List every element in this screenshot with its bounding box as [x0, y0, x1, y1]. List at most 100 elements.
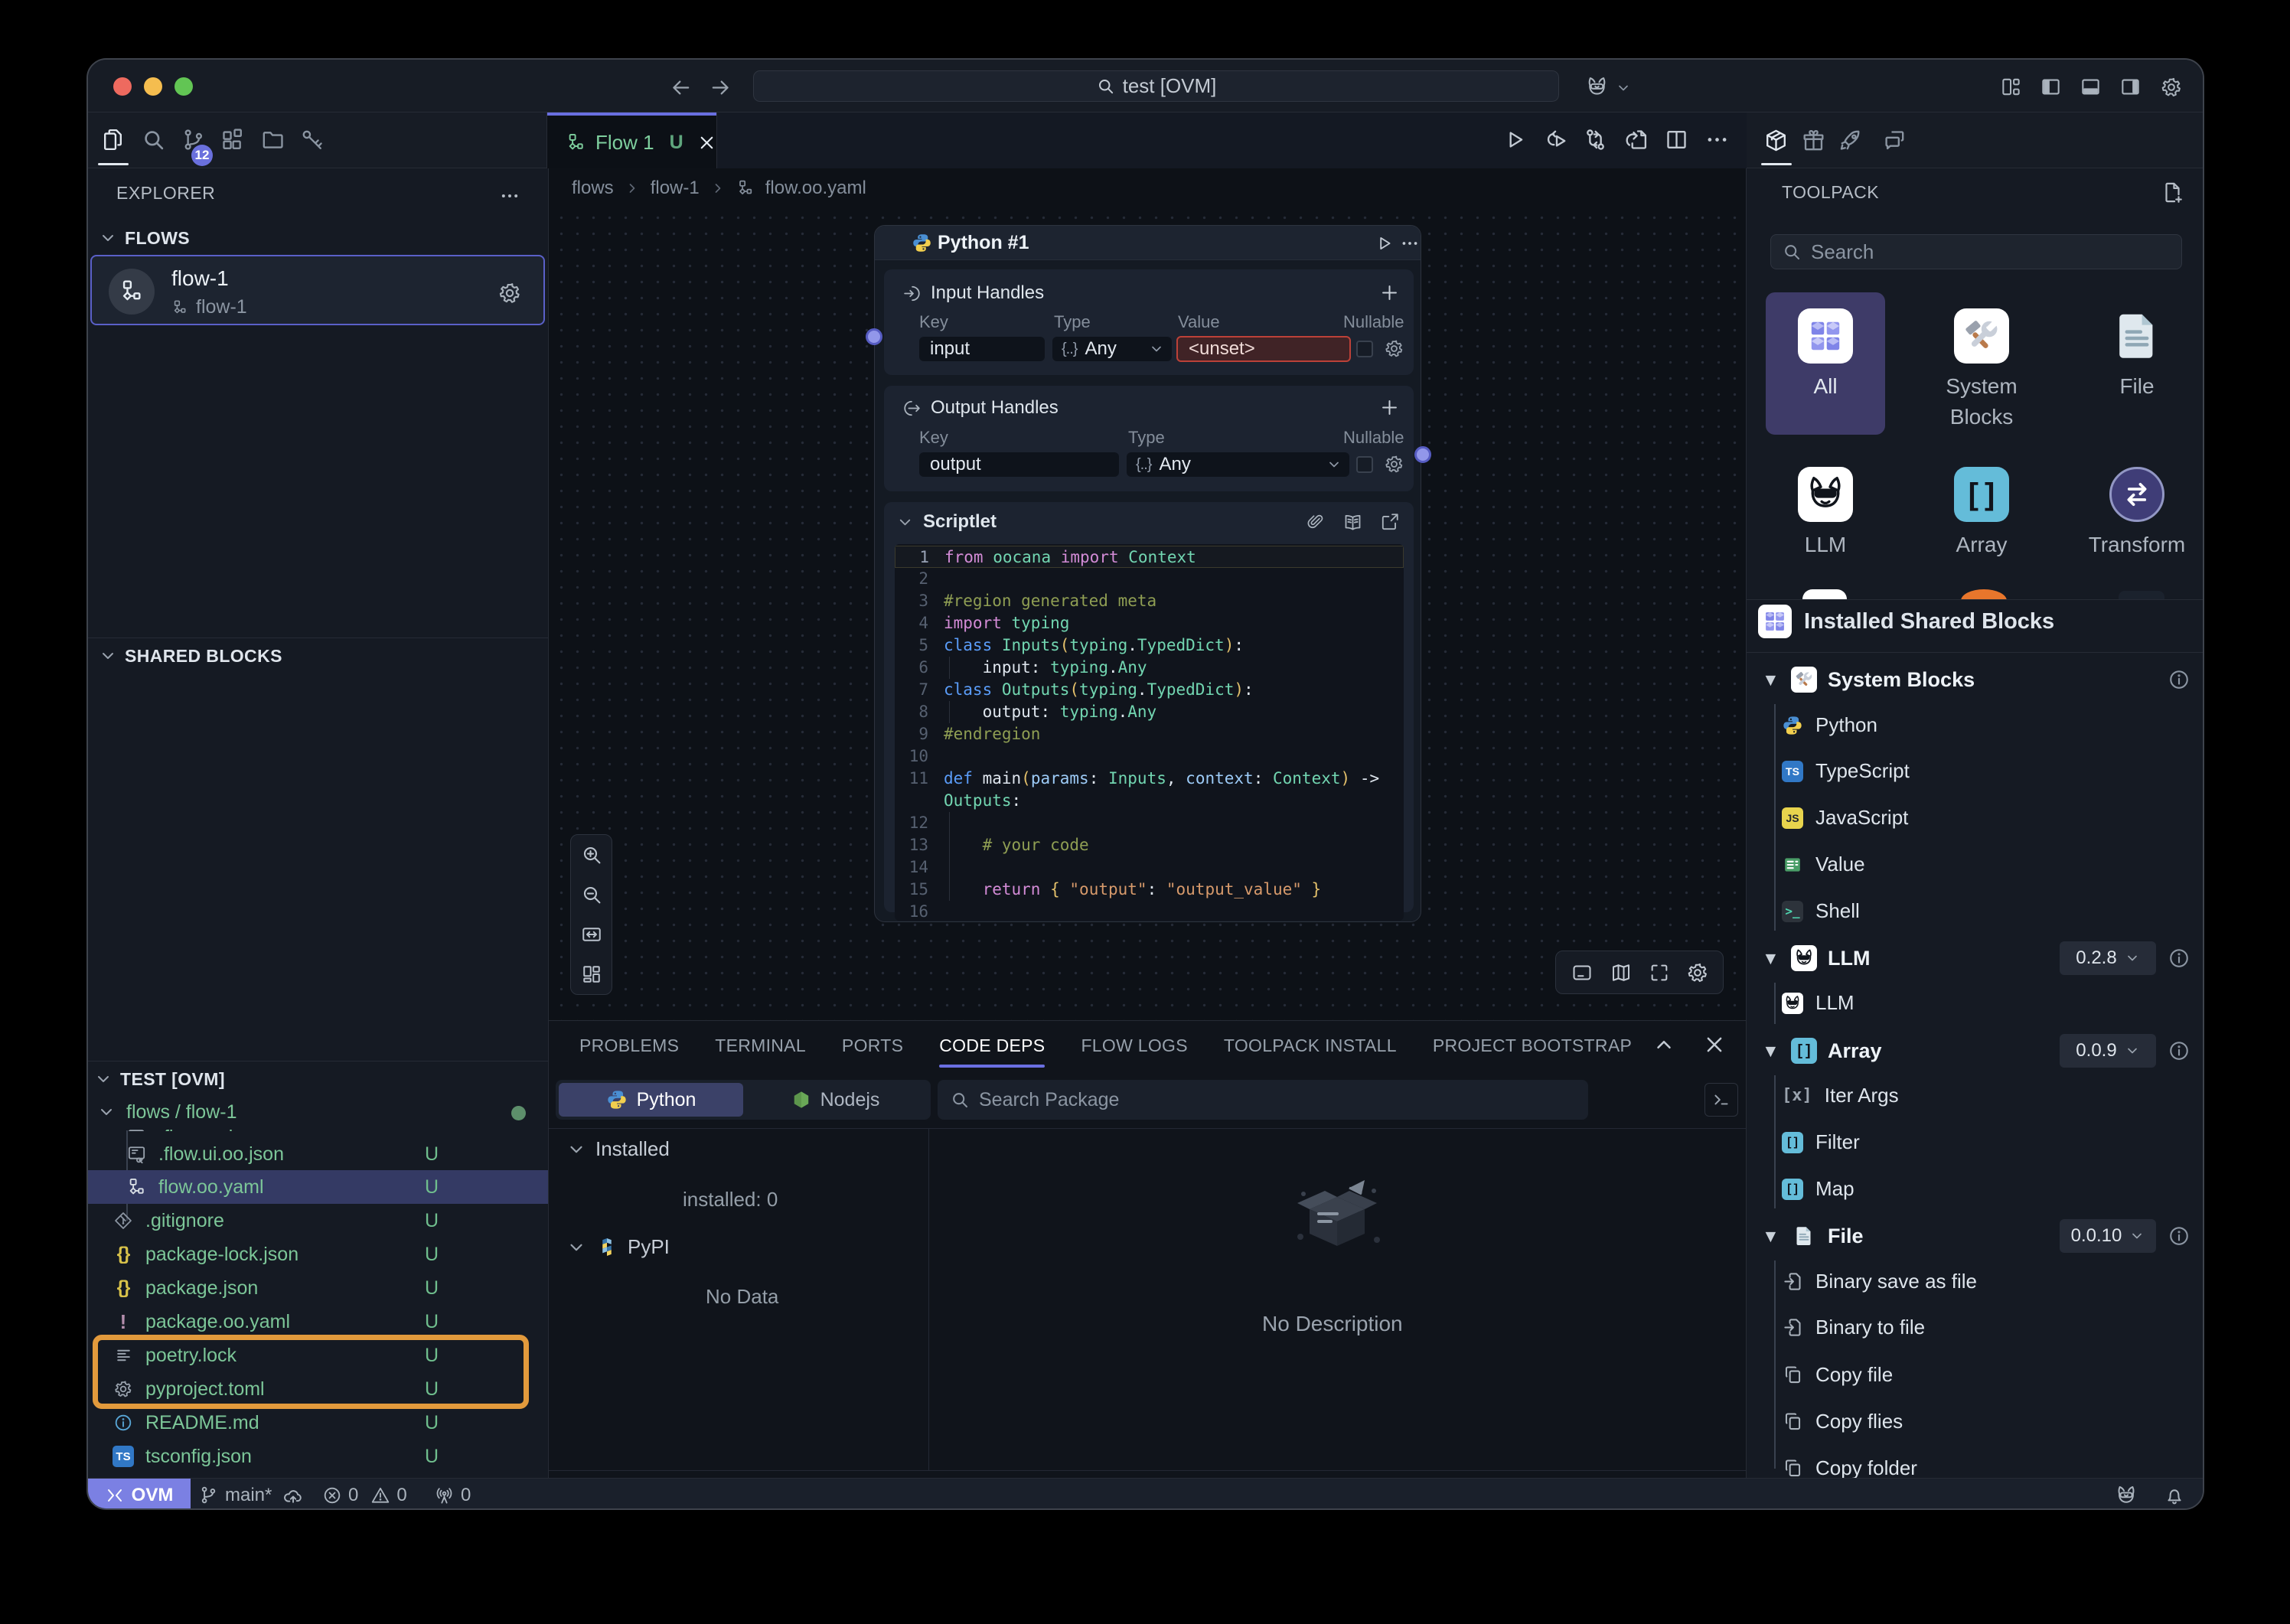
block-item-copy-flies[interactable]: Copy flies: [1747, 1398, 2204, 1445]
output-nullable-checkbox[interactable]: [1356, 456, 1373, 473]
activity-search-icon[interactable]: [141, 127, 166, 152]
tree-row-file[interactable]: README.mdU: [88, 1406, 548, 1440]
zoom-out-icon[interactable]: [580, 883, 603, 906]
activity-key-icon[interactable]: [299, 127, 325, 152]
command-center-search[interactable]: test [OVM]: [753, 70, 1559, 102]
block-item-typescript[interactable]: TS TypeScript: [1747, 748, 2204, 794]
problems-indicator[interactable]: 0 0: [322, 1479, 407, 1510]
panel-terminal-button[interactable]: [1704, 1083, 1738, 1117]
rerun-icon[interactable]: [1542, 127, 1567, 152]
block-item-shell[interactable]: >_ Shell: [1747, 888, 2204, 934]
tree-row-file-selected[interactable]: flow.oo.yamlU: [88, 1170, 548, 1204]
panel-close-icon[interactable]: [1703, 1033, 1726, 1056]
version-select-array[interactable]: 0.0.9: [2060, 1034, 2156, 1068]
block-item-binary-to-file[interactable]: Binary to file: [1747, 1304, 2204, 1351]
info-icon[interactable]: [2168, 1225, 2191, 1247]
node-run-icon[interactable]: [1374, 233, 1394, 253]
add-output-icon[interactable]: [1379, 397, 1400, 418]
tile-system-blocks[interactable]: System Blocks: [1922, 292, 2041, 435]
output-handle-port[interactable]: [1414, 446, 1431, 463]
breadcrumb-flows[interactable]: flows: [572, 178, 614, 199]
panel-tab-ports[interactable]: PORTS: [842, 1021, 903, 1070]
attach-icon[interactable]: [1306, 512, 1325, 531]
activity-folder-icon[interactable]: [260, 127, 285, 152]
flow-card[interactable]: flow-1 flow-1: [90, 255, 545, 325]
block-item-javascript[interactable]: JS JavaScript: [1747, 794, 2204, 841]
history-back-icon[interactable]: [670, 77, 692, 99]
tile-llm[interactable]: LLM: [1766, 451, 1885, 593]
panel-tab-project-bootstrap[interactable]: PROJECT BOOTSTRAP: [1433, 1021, 1632, 1070]
tab-flow-1[interactable]: Flow 1 U: [546, 113, 717, 169]
zoom-in-icon[interactable]: [580, 843, 603, 866]
block-item-copy-file[interactable]: Copy file: [1747, 1352, 2204, 1398]
info-icon[interactable]: [2168, 668, 2191, 691]
tile-all[interactable]: All: [1766, 292, 1885, 435]
info-icon[interactable]: [2168, 947, 2191, 970]
panel-tab-toolpack-install[interactable]: TOOLPACK INSTALL: [1224, 1021, 1397, 1070]
block-item-llm[interactable]: LLM: [1747, 980, 2204, 1026]
activity-extensions-icon[interactable]: [220, 127, 245, 152]
tab-close-icon[interactable]: [697, 133, 716, 152]
tree-row-file[interactable]: TS tsconfig.jsonU: [88, 1440, 548, 1473]
mascot-status-icon[interactable]: [2115, 1479, 2138, 1510]
editor-more-icon[interactable]: [1704, 127, 1730, 152]
info-icon[interactable]: [2168, 1039, 2191, 1062]
activity-files-icon[interactable]: [100, 127, 126, 152]
sync-icon[interactable]: [1583, 127, 1608, 152]
panel-maximize-icon[interactable]: [1652, 1033, 1675, 1056]
fit-view-icon[interactable]: [580, 923, 603, 946]
open-in-editor-icon[interactable]: [1380, 512, 1400, 532]
panel-tab-flow-logs[interactable]: FLOW LOGS: [1081, 1021, 1187, 1070]
tile-array[interactable]: [ ] Array: [1922, 451, 2041, 593]
input-nullable-checkbox[interactable]: [1356, 341, 1373, 357]
traffic-light-minimize[interactable]: [144, 77, 162, 96]
node-more-icon[interactable]: [1400, 233, 1420, 253]
remote-indicator[interactable]: OVM: [88, 1479, 191, 1510]
section-flows[interactable]: FLOWS: [88, 221, 548, 255]
rocket-icon[interactable]: [1838, 128, 1863, 153]
toggle-panel-icon[interactable]: [1571, 961, 1594, 984]
tile-transform[interactable]: Transform: [2077, 451, 2197, 593]
node-header[interactable]: Python #1: [875, 226, 1421, 260]
block-item-value[interactable]: Value: [1747, 841, 2204, 888]
block-item-python[interactable]: Python: [1747, 702, 2204, 748]
block-item-filter[interactable]: [ ] Filter: [1747, 1119, 2204, 1166]
history-forward-icon[interactable]: [710, 77, 732, 99]
run-flow-icon[interactable]: [1502, 127, 1527, 152]
flow-canvas[interactable]: Python #1 Input Handles Key Type Value N…: [549, 208, 1746, 1020]
breadcrumb-flow-1[interactable]: flow-1: [651, 178, 700, 199]
input-type-select[interactable]: {..}Any: [1052, 337, 1172, 361]
tree-row-file[interactable]: {} package-lock.jsonU: [88, 1238, 548, 1271]
minimap-icon[interactable]: [1610, 961, 1633, 984]
input-value-unset[interactable]: <unset>: [1176, 336, 1351, 362]
block-item-iter-args[interactable]: [x] Iter Args: [1747, 1072, 2204, 1119]
gift-icon[interactable]: [1801, 128, 1826, 153]
pypi-section-header[interactable]: PyPI: [566, 1235, 670, 1259]
customize-layout-icon[interactable]: [2000, 76, 2022, 98]
flow-card-gear-icon[interactable]: [497, 281, 522, 305]
group-system-blocks[interactable]: ▼ System Blocks: [1747, 657, 2204, 703]
node-python-1[interactable]: Python #1 Input Handles Key Type Value N…: [874, 225, 1421, 922]
input-handle-port[interactable]: [866, 328, 882, 345]
input-row-gear-icon[interactable]: [1384, 338, 1404, 359]
new-toolpack-icon[interactable]: [2161, 181, 2184, 204]
notifications-bell-icon[interactable]: [2164, 1479, 2185, 1510]
toolpack-cube-icon[interactable]: [1763, 128, 1789, 153]
auto-layout-icon[interactable]: [580, 963, 603, 986]
panel-tab-terminal[interactable]: TERMINAL: [715, 1021, 806, 1070]
block-item-map[interactable]: [ ] Map: [1747, 1166, 2204, 1212]
output-key-field[interactable]: output: [919, 452, 1119, 477]
block-item-binary-save-as-file[interactable]: Binary save as file: [1747, 1258, 2204, 1305]
toggle-bottom-panel-icon[interactable]: [2080, 76, 2102, 98]
explorer-more-icon[interactable]: [499, 185, 520, 207]
account-chevron-icon[interactable]: [1616, 80, 1631, 96]
tree-row-file[interactable]: .gitignoreU: [88, 1204, 548, 1238]
output-type-select[interactable]: {..}Any: [1127, 452, 1349, 477]
traffic-light-zoom[interactable]: [175, 77, 193, 96]
section-shared-blocks[interactable]: SHARED BLOCKS: [88, 639, 548, 673]
account-mascot-icon[interactable]: [1585, 75, 1609, 99]
installed-section-header[interactable]: Installed: [566, 1137, 670, 1161]
version-select-file[interactable]: 0.0.10: [2060, 1219, 2156, 1253]
chat-icon[interactable]: [1881, 128, 1907, 153]
toolpack-search-input[interactable]: Search: [1770, 234, 2182, 269]
